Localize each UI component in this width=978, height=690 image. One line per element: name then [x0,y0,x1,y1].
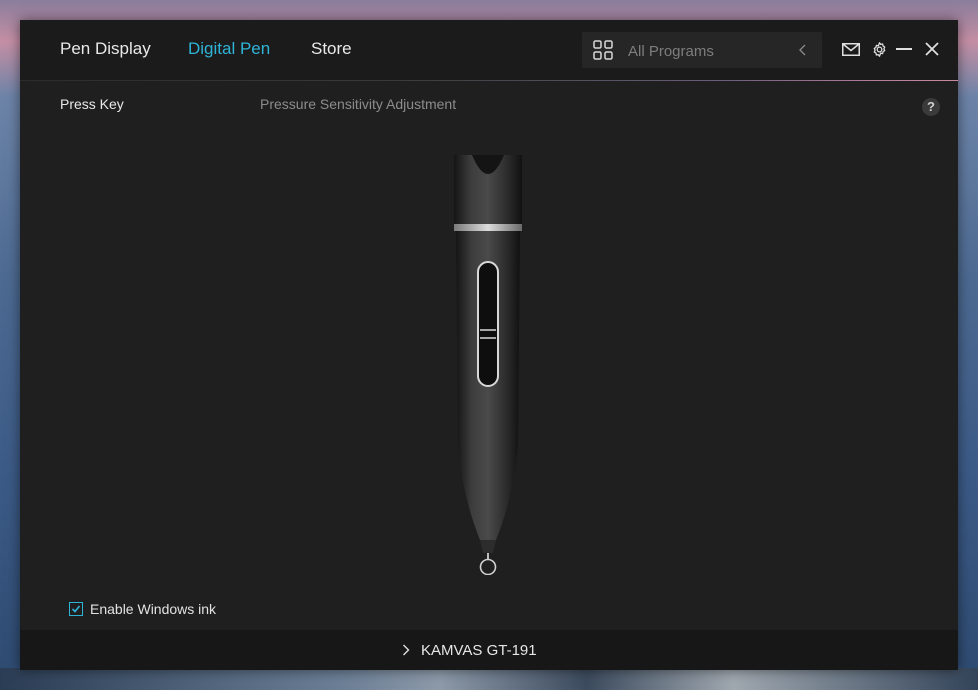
tab-pen-display[interactable]: Pen Display [60,39,151,59]
mail-icon[interactable] [842,43,860,56]
topbar-divider [20,80,958,81]
help-button[interactable]: ? [922,98,940,116]
close-icon[interactable] [925,42,939,56]
windows-ink-label: Enable Windows ink [90,601,217,617]
app-window: Pen Display Digital Pen Store All Progra… [20,20,958,670]
chevron-right-icon [403,644,410,656]
chevron-left-icon[interactable] [799,44,807,56]
desktop-wallpaper [0,668,978,690]
program-selector[interactable] [582,32,822,68]
tab-digital-pen[interactable]: Digital Pen [188,39,270,59]
program-search-input[interactable] [626,39,790,63]
device-selector[interactable]: KAMVAS GT-191 [20,630,958,670]
checkmark-icon [71,605,81,613]
device-name: KAMVAS GT-191 [421,642,537,659]
subtab-press-key[interactable]: Press Key [60,96,124,112]
pen-illustration [454,155,522,575]
subtab-pressure-sensitivity[interactable]: Pressure Sensitivity Adjustment [260,96,456,112]
windows-ink-checkbox[interactable] [69,602,83,616]
top-bar: Pen Display Digital Pen Store [20,20,958,80]
tab-store[interactable]: Store [311,39,352,59]
minimize-icon[interactable] [896,48,912,51]
grid-icon [593,40,613,60]
gear-icon[interactable] [871,41,888,58]
